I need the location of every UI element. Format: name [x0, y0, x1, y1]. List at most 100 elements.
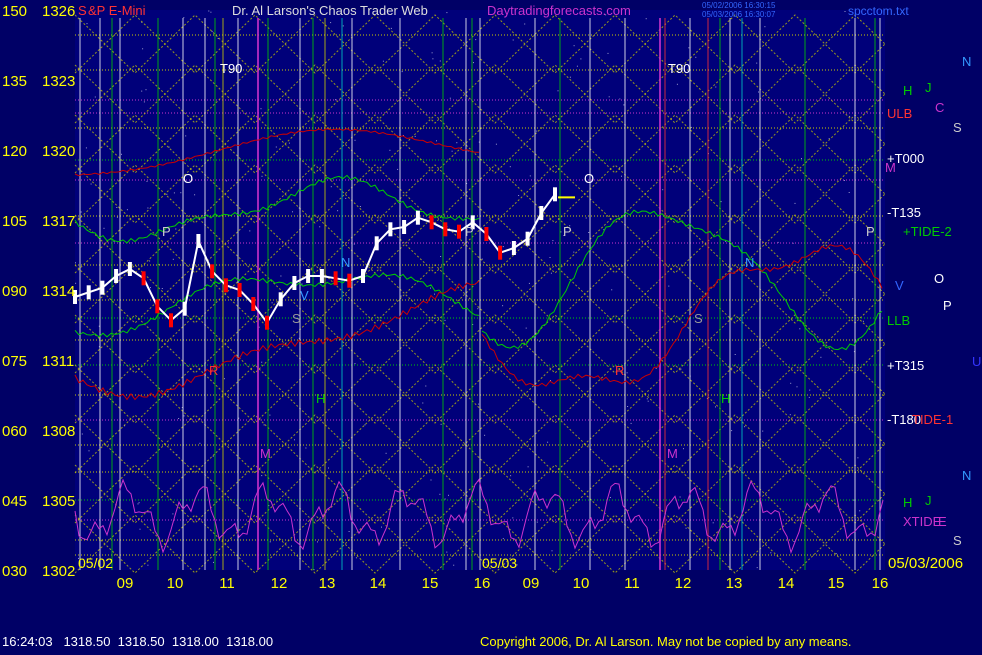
speckle-dot [147, 564, 149, 566]
right-reference-label: +TIDE-2 [903, 224, 952, 239]
speckle-dot [662, 189, 664, 191]
chart-marker-label: H [316, 391, 325, 406]
price-bar [292, 276, 297, 290]
speckle-dot [444, 319, 446, 321]
speckle-dot [138, 502, 140, 504]
speckle-dot [271, 302, 273, 304]
speckle-dot [180, 192, 182, 194]
speckle-dot [608, 96, 610, 98]
y-scale-label: 090 [2, 283, 27, 300]
speckle-dot [359, 206, 361, 207]
x-tick-label: 10 [573, 575, 590, 592]
y-tick-label: 1323 [42, 73, 75, 90]
speckle-dot [448, 494, 449, 496]
speckle-dot [655, 367, 657, 369]
speckle-dot [348, 531, 350, 532]
speckle-dot [161, 288, 163, 289]
price-bar [484, 227, 489, 241]
speckle-dot [623, 104, 625, 106]
date-label-day2: 05/03 [482, 555, 517, 571]
speckle-dot [149, 260, 151, 262]
speckle-dot [172, 513, 174, 515]
chart-marker-label: S [694, 311, 703, 326]
speckle-dot [401, 71, 403, 73]
planet-label: N [962, 468, 971, 483]
speckle-dot [720, 201, 722, 203]
speckle-dot [354, 139, 356, 141]
speckle-dot [758, 91, 759, 93]
chart-marker-label: M [260, 446, 271, 461]
speckle-dot [211, 30, 213, 32]
speckle-dot [319, 226, 321, 228]
speckle-dot [166, 193, 168, 195]
speckle-dot [453, 564, 455, 566]
y-tick-label: 1311 [42, 353, 74, 370]
speckle-dot [385, 452, 387, 454]
price-bar [333, 271, 338, 286]
speckle-dot [484, 434, 486, 436]
speckle-dot [389, 149, 391, 151]
speckle-dot [576, 65, 578, 67]
chart-marker-label: T90 [220, 61, 242, 76]
speckle-dot [263, 424, 265, 426]
speckle-dot [143, 101, 145, 103]
speckle-dot [431, 52, 433, 54]
speckle-dot [607, 52, 609, 54]
speckle-dot [848, 192, 850, 193]
speckle-dot [90, 183, 92, 185]
speckle-dot [744, 426, 746, 428]
speckle-dot [291, 545, 292, 547]
price-bar [127, 262, 132, 276]
speckle-dot [199, 442, 201, 444]
speckle-dot [261, 475, 263, 477]
speckle-dot [440, 256, 442, 257]
speckle-dot [862, 320, 864, 322]
speckle-dot [183, 415, 185, 417]
speckle-dot [512, 39, 514, 41]
x-tick-label: 11 [219, 575, 235, 592]
speckle-dot [194, 194, 196, 196]
speckle-dot [859, 510, 861, 512]
speckle-dot [269, 414, 271, 416]
speckle-dot [789, 414, 791, 416]
speckle-dot [478, 403, 480, 405]
planet-label: O [934, 271, 944, 286]
speckle-dot [502, 246, 504, 248]
price-bar [114, 269, 119, 283]
chart-marker-label: H [721, 391, 730, 406]
right-reference-label: LLB [887, 313, 910, 328]
speckle-dot [794, 202, 796, 204]
speckle-dot [524, 23, 526, 25]
speckle-dot [103, 227, 105, 229]
speckle-dot [647, 400, 649, 402]
x-tick-label: 13 [319, 575, 336, 592]
speckle-dot [734, 354, 736, 355]
speckle-dot [852, 298, 854, 300]
speckle-dot [588, 232, 590, 233]
x-tick-label: 16 [474, 575, 491, 592]
speckle-dot [627, 406, 629, 407]
speckle-dot [414, 135, 416, 137]
speckle-dot [335, 99, 336, 101]
speckle-dot [330, 22, 332, 24]
price-bar [361, 269, 365, 283]
planet-label: J [925, 80, 932, 95]
speckle-dot [313, 569, 315, 571]
speckle-dot [354, 363, 356, 365]
price-bar [100, 280, 105, 295]
speckle-dot [857, 457, 859, 459]
x-tick-label: 15 [828, 575, 845, 592]
speckle-dot [446, 12, 448, 14]
speckle-dot [549, 257, 551, 258]
speckle-dot [646, 398, 648, 400]
speckle-dot [75, 262, 76, 264]
price-bar [498, 245, 503, 260]
price-bar [210, 264, 215, 279]
speckle-dot [175, 228, 177, 230]
speckle-dot [261, 175, 263, 177]
chaos-trader-chart: 150 1326 135 1323 120 1320 105 1317 090 1314 075 13… [0, 0, 982, 650]
speckle-dot [141, 90, 143, 92]
speckle-dot [355, 557, 357, 559]
price-bar [553, 187, 557, 202]
price-bar [388, 222, 393, 237]
